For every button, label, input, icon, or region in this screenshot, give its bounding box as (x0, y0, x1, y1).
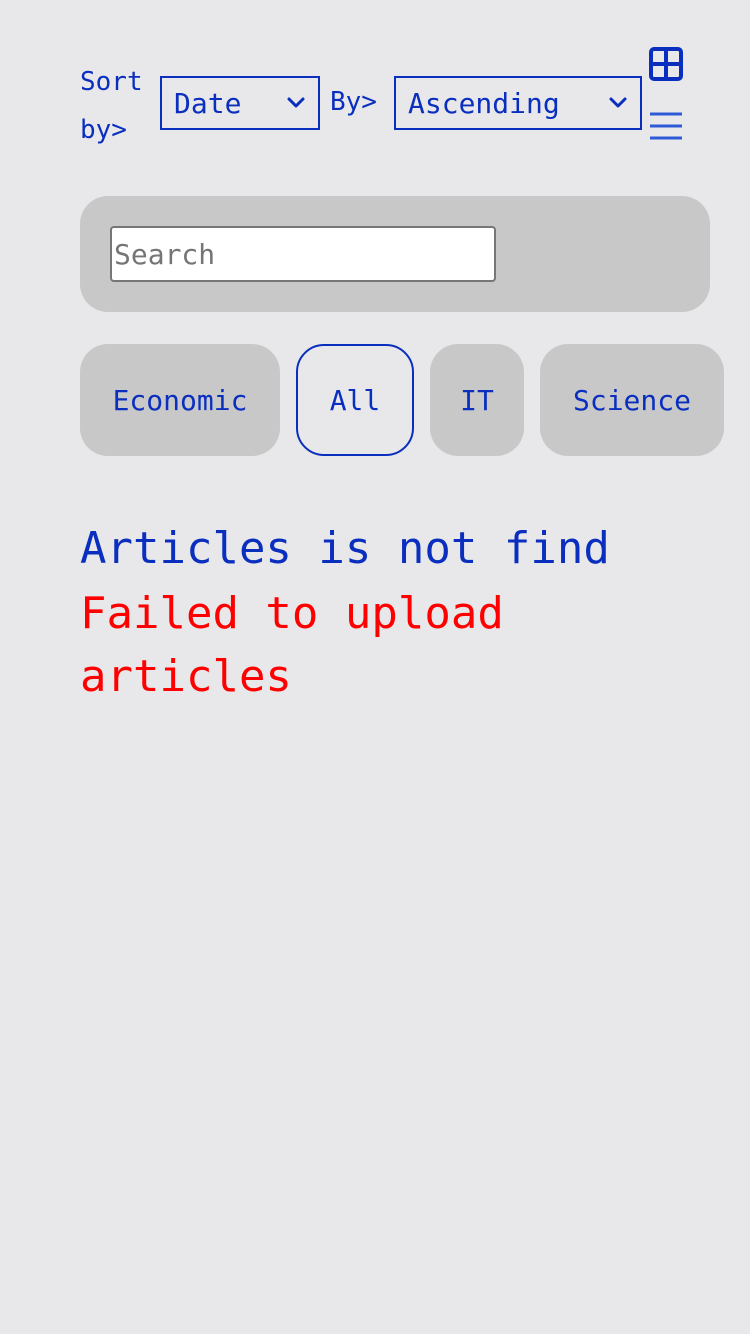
category-label: Economic (112, 383, 248, 417)
sort-field-select[interactable]: Date (160, 76, 320, 130)
category-label: IT (460, 383, 494, 417)
chevron-down-icon (287, 97, 305, 108)
category-all-button[interactable]: All (296, 344, 414, 456)
search-panel (80, 196, 710, 312)
articles-not-found-message: Articles is not find (80, 523, 610, 574)
category-science-button[interactable]: Science (540, 344, 724, 456)
category-economic-button[interactable]: Economic (80, 344, 280, 456)
sort-by-label: Sort by> (80, 67, 143, 145)
list-view-icon[interactable] (648, 110, 684, 142)
search-input[interactable] (110, 226, 496, 282)
sort-order-label: By> (330, 87, 377, 117)
category-label: All (329, 383, 381, 417)
grid-view-icon[interactable] (649, 47, 683, 81)
chevron-down-icon (609, 97, 627, 108)
category-it-button[interactable]: IT (430, 344, 524, 456)
sort-field-value: Date (174, 86, 242, 120)
category-label: Science (572, 383, 691, 417)
sort-order-value: Ascending (408, 86, 560, 120)
sort-order-select[interactable]: Ascending (394, 76, 642, 130)
upload-error-message: Failed to upload articles (80, 588, 504, 702)
